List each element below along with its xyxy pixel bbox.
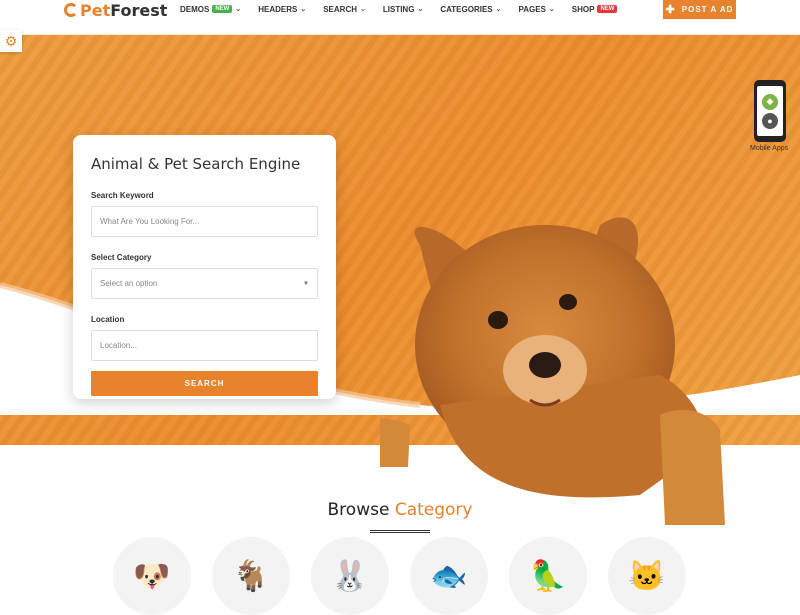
search-button[interactable]: SEARCH (91, 371, 318, 396)
chevron-down-icon: ⌄ (495, 6, 502, 13)
keyword-label: Search Keyword (91, 191, 154, 200)
apple-icon[interactable]: ● (762, 112, 778, 129)
category-goat[interactable]: 🐐 (212, 537, 290, 615)
chevron-down-icon: ⌄ (235, 6, 242, 13)
category-dog[interactable]: 🐶 (113, 537, 191, 615)
logo[interactable]: Pet Forest (64, 0, 167, 20)
cat-icon: 🐱 (628, 559, 666, 593)
phone-icon: ◆ ● (754, 80, 786, 142)
chevron-down-icon: ⌄ (300, 6, 307, 13)
search-card-title: Animal & Pet Search Engine (91, 155, 301, 173)
location-label: Location (91, 315, 125, 324)
keyword-input[interactable]: What Are You Looking For... (91, 206, 318, 237)
category-value: Select an option (100, 279, 158, 288)
category-rabbit[interactable]: 🐰 (311, 537, 389, 615)
gear-icon: ⚙ (4, 32, 18, 49)
plus-icon: ✚ (665, 4, 676, 16)
top-navbar: Pet Forest DEMOS NEW ⌄ HEADERS ⌄ SEARCH ⌄ LISTI… (0, 0, 800, 35)
settings-toggle[interactable]: ⚙ (0, 30, 22, 52)
dog-icon: 🐶 (133, 559, 171, 593)
category-fish[interactable]: 🐟 (410, 537, 488, 615)
nav-item-shop[interactable]: SHOP NEW (572, 5, 618, 14)
chevron-down-icon: ⌄ (360, 6, 366, 13)
location-input[interactable]: Location... (91, 330, 318, 361)
category-label: Select Category (91, 253, 152, 262)
logo-suffix: Forest (110, 0, 168, 20)
parrot-icon: 🦜 (529, 559, 567, 593)
logo-mark-icon (64, 3, 78, 17)
keyword-placeholder: What Are You Looking For... (100, 217, 200, 226)
nav-item-listing[interactable]: LISTING ⌄ (383, 5, 423, 14)
android-icon[interactable]: ◆ (762, 93, 778, 110)
chevron-down-icon: ⌄ (417, 6, 424, 13)
category-select[interactable]: Select an option ▼ (91, 268, 318, 299)
nav-item-label: DEMOS (180, 4, 210, 14)
nav-item-pages[interactable]: PAGES ⌄ (519, 5, 555, 14)
nav-item-label: SHOP (571, 4, 595, 14)
new-badge: NEW (597, 5, 618, 13)
fish-icon: 🐟 (430, 559, 468, 593)
nav-item-categories[interactable]: CATEGORIES ⌄ (440, 5, 501, 14)
category-list: 🐶 🐐 🐰 🐟 🦜 🐱 (0, 537, 800, 615)
category-parrot[interactable]: 🦜 (509, 537, 587, 615)
location-placeholder: Location... (100, 341, 137, 350)
caret-down-icon: ▼ (303, 280, 309, 287)
chevron-down-icon: ⌄ (548, 6, 555, 13)
nav-item-label: CATEGORIES (440, 4, 493, 14)
dog-image (380, 217, 725, 525)
post-ad-label: POST A AD (681, 5, 734, 14)
nav-item-search[interactable]: SEARCH ⌄ (323, 5, 366, 14)
main-nav: DEMOS NEW ⌄ HEADERS ⌄ SEARCH ⌄ LISTING ⌄ CATEGORI… (180, 0, 634, 18)
mobile-apps-widget[interactable]: ◆ ● Mobile Apps (750, 80, 788, 152)
nav-item-label: HEADERS (258, 4, 298, 14)
category-cat[interactable]: 🐱 (608, 537, 686, 615)
rabbit-icon: 🐰 (331, 559, 369, 593)
nav-item-headers[interactable]: HEADERS ⌄ (258, 5, 306, 14)
nav-item-label: PAGES (518, 4, 546, 14)
search-card: Animal & Pet Search Engine Search Keywor… (73, 135, 336, 399)
nav-item-label: SEARCH (323, 4, 357, 14)
logo-prefix: Pet (80, 0, 111, 20)
mobile-apps-label: Mobile Apps (750, 145, 789, 152)
post-ad-button[interactable]: ✚ POST A AD (663, 0, 736, 19)
goat-icon: 🐐 (232, 559, 270, 593)
nav-item-label: LISTING (382, 4, 415, 14)
new-badge: NEW (212, 5, 233, 13)
nav-item-demos[interactable]: DEMOS NEW ⌄ (180, 5, 241, 14)
